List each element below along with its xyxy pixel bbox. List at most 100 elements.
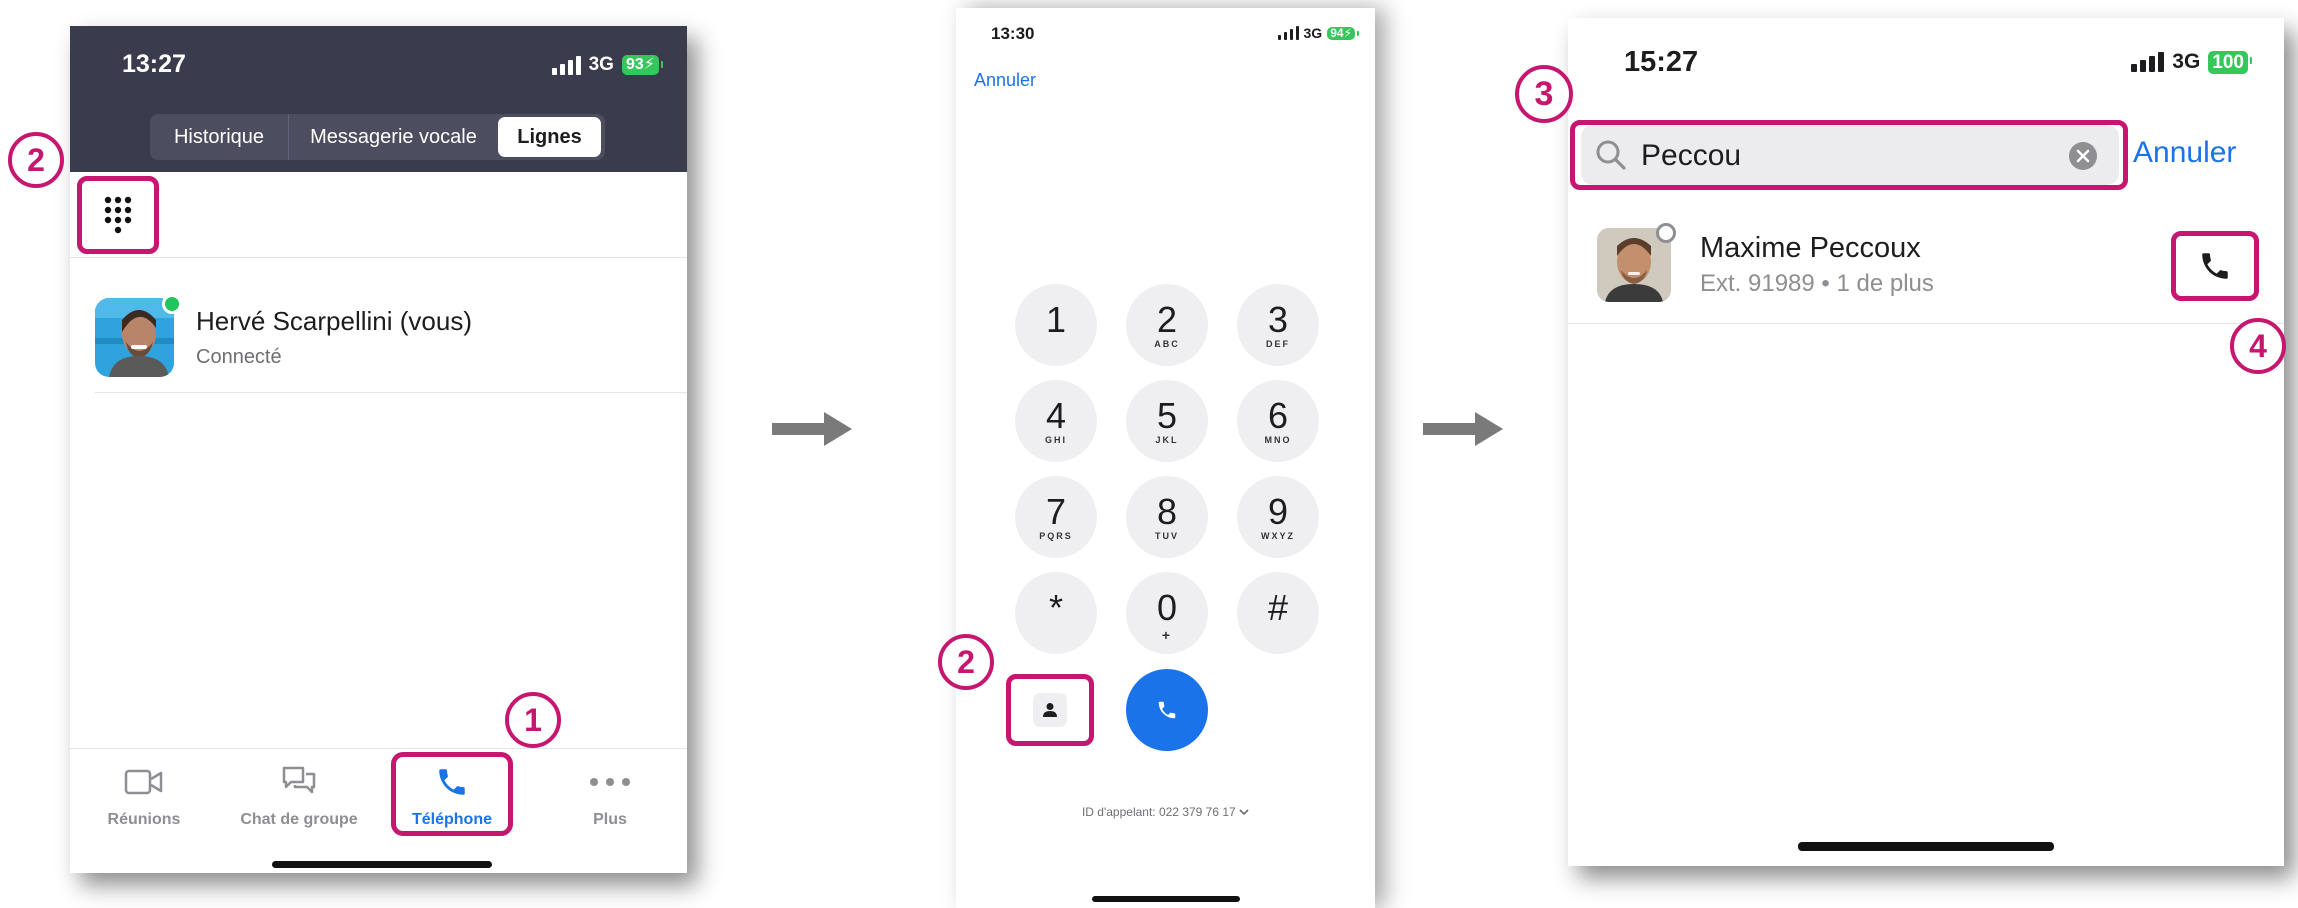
key-0[interactable]: 0 + [1126, 572, 1208, 654]
key-3[interactable]: 3 DEF [1237, 284, 1319, 366]
presence-online-indicator [162, 294, 182, 314]
line-user-status: Connecté [196, 346, 282, 368]
key-2[interactable]: 2 ABC [1126, 284, 1208, 366]
nav-label: Réunions [107, 811, 181, 828]
step-badge-2: 2 [8, 132, 64, 188]
signal-icon [551, 55, 581, 75]
signal-icon [2131, 52, 2165, 72]
battery-icon: 93⚡ [621, 55, 664, 75]
network-label: 3G [1303, 25, 1323, 41]
key-letters: GHI [1044, 434, 1067, 445]
key-7[interactable]: 7 PQRS [1015, 476, 1097, 558]
more-icon [590, 778, 630, 786]
key-6[interactable]: 6 MNO [1237, 380, 1319, 462]
nav-meetings[interactable]: Réunions [74, 761, 214, 829]
home-indicator [1092, 896, 1240, 902]
key-digit: * [1048, 586, 1063, 628]
screen-dialpad: 13:30 3G 94⚡ Annuler 1 2 ABC 3 DEF 4 GHI 5J… [956, 8, 1375, 908]
battery-icon: 100 [2208, 50, 2252, 74]
step-badge-2: 2 [938, 634, 994, 690]
result-detail: Ext. 91989 • 1 de plus [1700, 270, 1934, 297]
phone-icon [2202, 253, 2228, 279]
key-digit: 6 [1267, 394, 1289, 436]
battery-icon: 94⚡ [1327, 26, 1359, 40]
tab-lines[interactable]: Lignes [498, 117, 601, 157]
cancel-button[interactable]: Annuler [974, 70, 1036, 91]
key-digit: 9 [1267, 490, 1289, 532]
key-letters: ABC [1154, 338, 1180, 349]
key-letters: + [1161, 626, 1173, 643]
search-icon [1596, 140, 1626, 170]
status-time: 13:27 [122, 50, 186, 78]
key-5[interactable]: 5 JKL [1126, 380, 1208, 462]
key-digit: 5 [1156, 394, 1178, 436]
call-contact-button[interactable] [2171, 231, 2259, 301]
search-value: Peccou [1641, 139, 1742, 172]
step-badge-3: 3 [1515, 65, 1573, 123]
key-1[interactable]: 1 [1015, 284, 1097, 366]
signal-icon [1277, 26, 1299, 40]
status-time: 13:30 [991, 24, 1035, 43]
highlight-phone-tab [391, 752, 513, 836]
cancel-button[interactable]: Annuler [2133, 136, 2236, 170]
bottom-nav: Réunions Chat de groupe Téléphone Plus [70, 748, 687, 873]
key-star[interactable]: * [1015, 572, 1097, 654]
key-hash[interactable]: # [1237, 572, 1319, 654]
call-button[interactable] [1126, 669, 1208, 751]
close-icon [2076, 149, 2090, 163]
key-letters: DEF [1266, 338, 1290, 349]
key-letters: JKL [1155, 434, 1179, 445]
key-digit: # [1267, 586, 1289, 628]
nav-more[interactable]: Plus [540, 761, 680, 829]
step-badge-4: 4 [2230, 318, 2286, 374]
nav-label: Chat de groupe [240, 811, 358, 828]
avatar [95, 298, 174, 377]
key-digit: 8 [1156, 490, 1178, 532]
phone-icon [1158, 701, 1176, 719]
clear-search-button[interactable] [2069, 142, 2097, 170]
dialpad-button[interactable] [77, 176, 159, 254]
key-digit: 7 [1045, 490, 1067, 532]
divider [1568, 323, 2284, 324]
divider [70, 257, 687, 258]
nav-label: Plus [593, 811, 627, 828]
contacts-button[interactable] [1006, 674, 1094, 746]
key-9[interactable]: 9 WXYZ [1237, 476, 1319, 558]
tab-history[interactable]: Historique [150, 114, 288, 160]
tab-voicemail[interactable]: Messagerie vocale [288, 114, 498, 160]
dialpad-icon [104, 196, 132, 234]
contacts-icon [1043, 703, 1057, 717]
key-digit: 2 [1156, 298, 1178, 340]
key-letters: WXYZ [1261, 530, 1295, 541]
status-bar: 3G 94⚡ [1277, 25, 1359, 41]
network-label: 3G [2172, 50, 2201, 73]
caller-id-label: ID d'appelant: 022 379 76 17 [1081, 805, 1236, 819]
arrow-right-icon [1423, 412, 1503, 446]
app-header: 13:27 3G 93⚡ Historique Messagerie vocal… [70, 26, 687, 172]
network-label: 3G [588, 54, 614, 75]
result-name[interactable]: Maxime Peccoux [1700, 232, 1921, 265]
caller-id-selector[interactable]: ID d'appelant: 022 379 76 17 [956, 805, 1375, 819]
screen-phone-lines: 13:27 3G 93⚡ Historique Messagerie vocal… [70, 26, 687, 873]
nav-group-chat[interactable]: Chat de groupe [229, 761, 369, 829]
key-digit: 3 [1267, 298, 1289, 340]
video-icon [124, 769, 163, 795]
line-user-name[interactable]: Hervé Scarpellini (vous) [196, 306, 472, 337]
divider [95, 392, 687, 393]
key-digit: 1 [1045, 298, 1067, 340]
key-digit: 0 [1156, 586, 1178, 628]
search-input[interactable]: Peccou [1581, 125, 2119, 185]
status-bar: 3G 93⚡ [551, 54, 664, 76]
home-indicator [272, 861, 492, 868]
key-8[interactable]: 8 TUV [1126, 476, 1208, 558]
screen-search-results: 15:27 3G 100 Peccou Annuler Maxime Pecco… [1568, 18, 2284, 866]
key-4[interactable]: 4 GHI [1015, 380, 1097, 462]
segmented-tabs: Historique Messagerie vocale Lignes [150, 114, 605, 160]
step-badge-1: 1 [505, 692, 561, 748]
status-bar: 3G 100 [2131, 50, 2252, 74]
key-letters: MNO [1264, 434, 1292, 445]
arrow-right-icon [772, 412, 852, 446]
chat-icon [282, 766, 316, 794]
contacts-button-bg [1033, 693, 1067, 727]
chevron-down-icon [1239, 809, 1249, 816]
